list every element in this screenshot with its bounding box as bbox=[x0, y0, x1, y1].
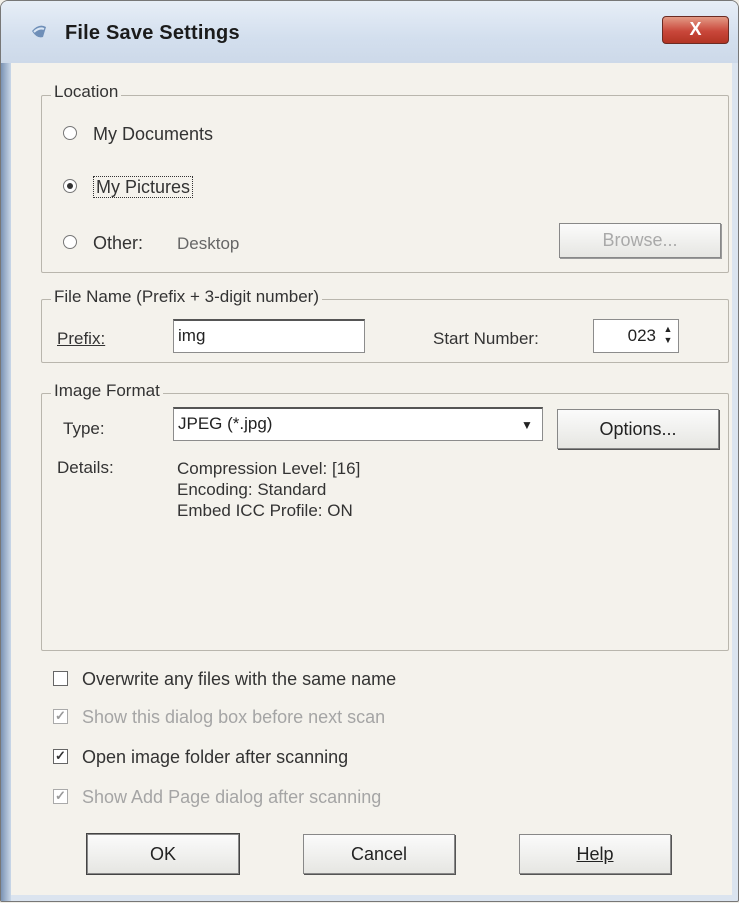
spin-up-arrow-icon[interactable]: ▲ bbox=[661, 324, 675, 334]
close-button[interactable]: X bbox=[662, 16, 729, 44]
radio-indicator-selected bbox=[63, 179, 77, 194]
window-title: File Save Settings bbox=[65, 22, 240, 44]
prefix-label: Prefix: bbox=[57, 329, 106, 348]
radio-my-documents[interactable]: My Documents bbox=[63, 124, 213, 145]
spin-down-arrow-icon[interactable]: ▼ bbox=[661, 335, 675, 345]
dropdown-arrow-icon[interactable]: ▼ bbox=[521, 418, 533, 432]
radio-other-label: Other: bbox=[93, 233, 144, 253]
start-number-value: 023 bbox=[627, 326, 656, 345]
location-group-label: Location bbox=[51, 82, 122, 102]
window-frame-edge bbox=[1, 63, 11, 901]
open-folder-checkbox[interactable]: ✓ Open image folder after scanning bbox=[53, 747, 348, 768]
type-dropdown-value: JPEG (*.jpg) bbox=[178, 414, 273, 433]
checkmark-icon: ✓ bbox=[53, 788, 68, 804]
checkmark-icon: ✓ bbox=[53, 748, 68, 764]
checkbox-indicator bbox=[53, 670, 68, 686]
radio-indicator bbox=[63, 235, 77, 250]
ok-button[interactable]: OK bbox=[86, 833, 240, 875]
scanner-app-icon bbox=[32, 25, 46, 38]
start-number-label: Start Number: bbox=[433, 329, 539, 348]
help-button[interactable]: Help bbox=[519, 834, 671, 874]
details-label: Details: bbox=[57, 458, 114, 477]
show-add-page-checkbox[interactable]: ✓ Show Add Page dialog after scanning bbox=[53, 787, 381, 808]
title-bar: File Save Settings X bbox=[1, 1, 738, 63]
cancel-button[interactable]: Cancel bbox=[303, 834, 455, 874]
details-line: Embed ICC Profile: ON bbox=[177, 501, 353, 520]
overwrite-checkbox[interactable]: Overwrite any files with the same name bbox=[53, 669, 396, 690]
open-folder-checkbox-label: Open image folder after scanning bbox=[82, 747, 349, 767]
file-name-group-label: File Name (Prefix + 3-digit number) bbox=[51, 287, 323, 307]
file-save-settings-dialog: File Save Settings X Location My Documen… bbox=[0, 0, 739, 902]
other-path-text: Desktop bbox=[177, 234, 240, 253]
radio-other[interactable]: Other: bbox=[63, 233, 143, 254]
prefix-input[interactable]: img bbox=[173, 319, 365, 353]
radio-my-pictures-label: My Pictures bbox=[93, 176, 194, 198]
show-dialog-before-scan-label: Show this dialog box before next scan bbox=[82, 707, 386, 727]
details-line: Compression Level: [16] bbox=[177, 459, 361, 478]
show-dialog-before-scan-checkbox[interactable]: ✓ Show this dialog box before next scan bbox=[53, 707, 385, 728]
options-button[interactable]: Options... bbox=[557, 409, 719, 449]
radio-my-documents-label: My Documents bbox=[93, 124, 214, 144]
show-add-page-checkbox-label: Show Add Page dialog after scanning bbox=[82, 787, 382, 807]
radio-my-pictures[interactable]: My Pictures bbox=[63, 176, 194, 198]
browse-button[interactable]: Browse... bbox=[559, 223, 721, 258]
overwrite-checkbox-label: Overwrite any files with the same name bbox=[82, 669, 397, 689]
type-label: Type: bbox=[63, 419, 105, 438]
type-dropdown[interactable]: JPEG (*.jpg) bbox=[173, 407, 543, 441]
details-text: Compression Level: [16] Encoding: Standa… bbox=[177, 458, 360, 521]
radio-indicator bbox=[63, 126, 77, 141]
details-line: Encoding: Standard bbox=[177, 480, 327, 499]
checkmark-icon: ✓ bbox=[53, 708, 68, 724]
image-format-group-label: Image Format bbox=[51, 381, 163, 401]
